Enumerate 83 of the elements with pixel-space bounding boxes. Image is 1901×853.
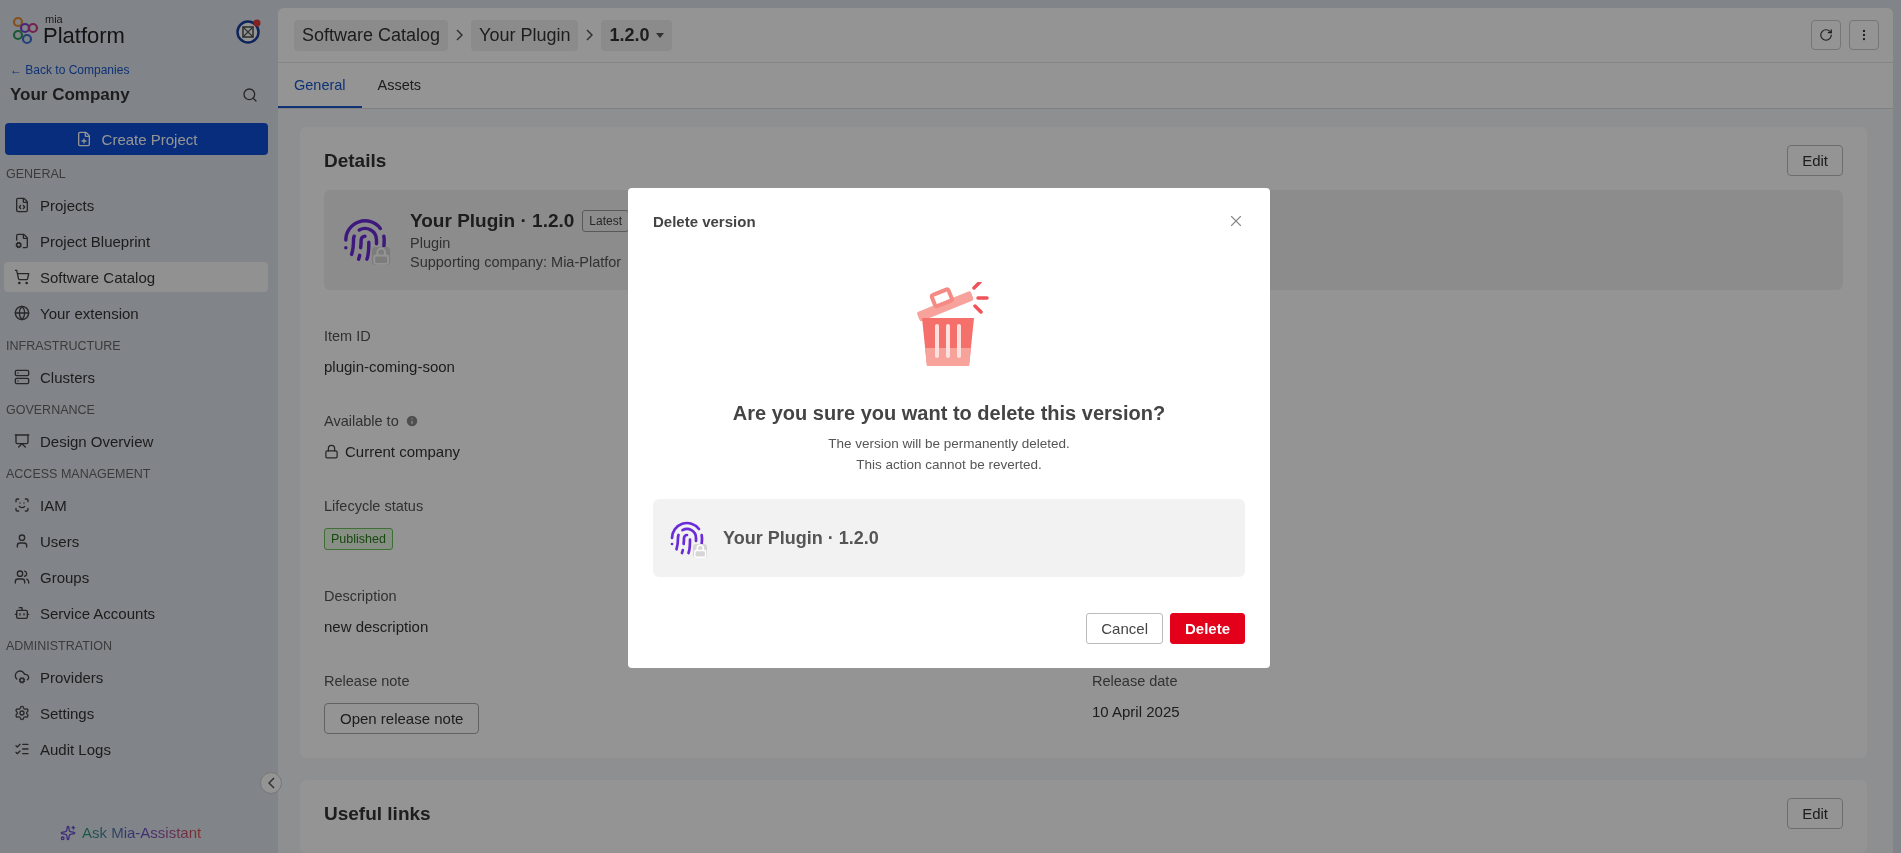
field-label: Description: [324, 588, 397, 604]
edit-button[interactable]: Edit: [1787, 798, 1843, 829]
face-scan-icon: [14, 497, 30, 513]
settings-icon: [14, 705, 30, 721]
collapse-button[interactable]: [260, 772, 282, 794]
chevron-left-icon: [267, 777, 275, 789]
users-icon: [14, 569, 30, 585]
supporting-company: Supporting company: Mia-Platfor: [410, 254, 623, 270]
dialog-title: Delete version: [653, 212, 756, 230]
sidebar-item[interactable]: Software Catalog: [4, 262, 268, 292]
breadcrumb[interactable]: Software Catalog: [294, 19, 449, 51]
fingerprint-icon: [342, 217, 388, 263]
search-icon[interactable]: [242, 87, 258, 103]
back-link[interactable]: ← Back to Companies: [4, 57, 268, 77]
sidebar-item[interactable]: Design Overview: [4, 426, 268, 456]
cart-icon: [14, 269, 30, 285]
tab[interactable]: General: [278, 63, 362, 108]
field-value: 10 April 2025: [1092, 703, 1180, 720]
field-label: Available to: [324, 413, 399, 429]
presentation-icon: [14, 433, 30, 449]
field-label: Release date: [1092, 673, 1178, 689]
server-icon: [14, 369, 30, 385]
section-title: ACCESS MANAGEMENT: [5, 466, 152, 483]
robot-icon: [14, 605, 30, 621]
breadcrumb[interactable]: 1.2.0: [601, 19, 672, 51]
version-name: Your Plugin · 1.2.0: [723, 527, 879, 549]
field-label: Lifecycle status: [324, 498, 424, 514]
user-icon: [14, 533, 30, 549]
file-plus-icon: [75, 131, 92, 147]
field-value: new description: [324, 618, 429, 635]
breadcrumb[interactable]: Your Plugin: [471, 19, 579, 51]
checklist-icon: [14, 741, 30, 757]
plugin-name: Your Plugin · 1.2.0: [410, 210, 575, 232]
chevron-right-icon: [586, 29, 594, 41]
logo-small-text: mia: [45, 14, 64, 25]
dialog-message: The version will be permanently deleted.: [828, 435, 1070, 453]
sidebar-item[interactable]: Your extension: [4, 298, 268, 328]
plugin-type: Plugin: [410, 235, 452, 251]
refresh-button[interactable]: [1811, 20, 1841, 50]
sparkle-icon: [60, 824, 76, 841]
delete-button[interactable]: Delete: [1169, 613, 1245, 644]
logo-text: Platform: [43, 25, 125, 47]
fingerprint-icon: [669, 520, 705, 556]
company-name: Your Company: [10, 85, 130, 105]
section-title: GENERAL: [5, 166, 67, 183]
status-tag: Published: [324, 528, 393, 550]
assistant-link[interactable]: Ask Mia-Assistant: [82, 824, 202, 841]
avatar-icon[interactable]: [236, 17, 262, 44]
sidebar-item[interactable]: Groups: [4, 562, 268, 592]
sidebar-item[interactable]: Clusters: [4, 362, 268, 392]
release-note-button[interactable]: Open release note: [324, 703, 480, 734]
field-label: Release note: [324, 673, 410, 689]
chevron-right-icon: [456, 29, 464, 41]
sidebar-item[interactable]: Project Blueprint: [4, 226, 268, 256]
dialog-message: This action cannot be reverted.: [856, 456, 1042, 474]
logo-icon: [10, 15, 40, 46]
sidebar-item[interactable]: Providers: [4, 662, 268, 692]
field-label: Item ID: [324, 328, 371, 344]
sidebar-item[interactable]: Audit Logs: [4, 734, 268, 764]
sidebar-item[interactable]: Settings: [4, 698, 268, 728]
globe-icon: [14, 305, 30, 321]
section-title: ADMINISTRATION: [5, 638, 114, 655]
create-project-button[interactable]: Create Project: [5, 123, 268, 155]
tab[interactable]: Assets: [361, 63, 438, 108]
sidebar-item[interactable]: IAM: [4, 490, 268, 520]
caret-icon: [655, 32, 664, 38]
file-gear-icon: [14, 233, 30, 249]
card-title: Details: [324, 149, 387, 172]
edit-button[interactable]: Edit: [1787, 145, 1843, 176]
card-title: Useful links: [324, 802, 431, 825]
sidebar-item[interactable]: Users: [4, 526, 268, 556]
field-value: Current company: [345, 443, 461, 460]
sidebar-item[interactable]: Service Accounts: [4, 598, 268, 628]
cancel-button[interactable]: Cancel: [1086, 613, 1163, 644]
section-title: INFRASTRUCTURE: [5, 338, 122, 355]
lock-icon: [324, 444, 339, 459]
dialog-heading: Are you sure you want to delete this version?: [732, 402, 1166, 425]
cloud-gear-icon: [14, 669, 30, 685]
sidebar-item[interactable]: Projects: [4, 190, 268, 220]
section-title: GOVERNANCE: [5, 402, 96, 419]
refresh-icon: [1819, 28, 1833, 42]
file-code-icon: [14, 197, 30, 213]
field-value: plugin-coming-soon: [324, 358, 455, 375]
